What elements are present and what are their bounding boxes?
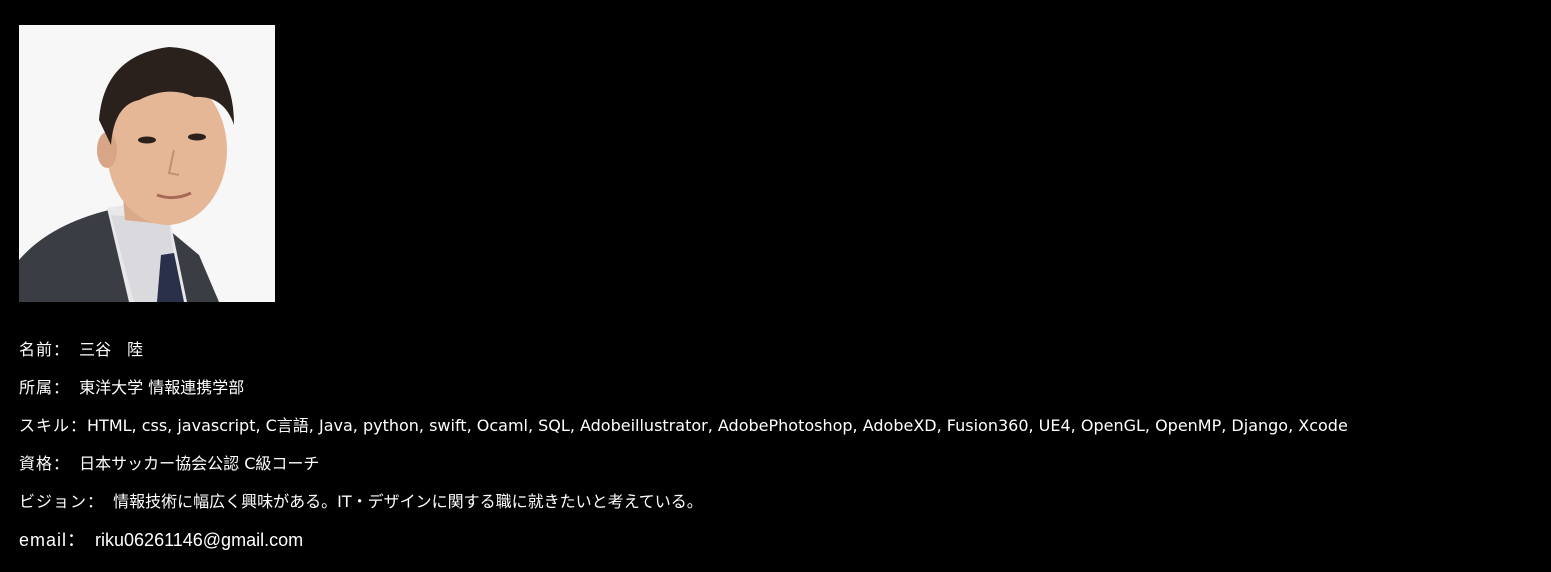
email-value: riku06261146@gmail.com xyxy=(95,530,304,550)
vision-label: ビジョン： xyxy=(19,492,105,511)
name-value: 三谷 陸 xyxy=(79,340,144,359)
email-label: email： xyxy=(19,530,87,550)
affiliation-row: 所属： 東洋大学 情報連携学部 xyxy=(19,378,1539,398)
person-portrait-icon xyxy=(19,25,275,302)
name-row: 名前： 三谷 陸 xyxy=(19,340,1539,360)
skills-label: スキル： xyxy=(19,416,88,435)
profile-photo xyxy=(19,25,275,302)
vision-row: ビジョン： 情報技術に幅広く興味がある。IT・デザインに関する職に就きたいと考え… xyxy=(19,492,1539,512)
skills-row: スキル：HTML, css, javascript, C言語, Java, py… xyxy=(19,416,1539,436)
profile-section: 名前： 三谷 陸 所属： 東洋大学 情報連携学部 スキル：HTML, css, … xyxy=(19,25,1539,568)
qualification-value: 日本サッカー協会公認 C級コーチ xyxy=(79,454,320,473)
skills-value: HTML, css, javascript, C言語, Java, python… xyxy=(87,416,1348,435)
qualification-row: 資格： 日本サッカー協会公認 C級コーチ xyxy=(19,454,1539,474)
qualification-label: 資格： xyxy=(19,454,71,473)
affiliation-label: 所属： xyxy=(19,378,71,397)
name-label: 名前： xyxy=(19,340,71,359)
profile-details: 名前： 三谷 陸 所属： 東洋大学 情報連携学部 スキル：HTML, css, … xyxy=(19,340,1539,550)
affiliation-value: 東洋大学 情報連携学部 xyxy=(79,378,245,397)
email-row: email： riku06261146@gmail.com xyxy=(19,530,1539,550)
vision-value: 情報技術に幅広く興味がある。IT・デザインに関する職に就きたいと考えている。 xyxy=(113,492,703,511)
